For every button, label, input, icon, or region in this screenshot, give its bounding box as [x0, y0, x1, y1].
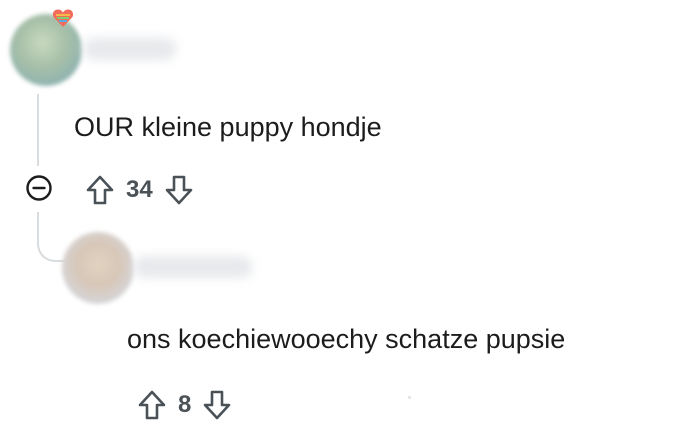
vote-controls: 34 [82, 170, 197, 210]
downvote-button[interactable] [199, 387, 235, 423]
collapse-thread-button[interactable] [24, 173, 54, 203]
collapse-minus-icon [26, 175, 52, 201]
vote-score: 34 [126, 176, 153, 203]
comment-body: ons koechiewooechy schatze pupsie [127, 324, 566, 354]
vote-controls: 8 [134, 385, 235, 425]
username-redacted[interactable] [134, 256, 252, 278]
upvote-button[interactable] [134, 387, 170, 423]
downvote-arrow-icon [204, 390, 231, 420]
rainbow-heart-icon [52, 9, 74, 27]
thread-line [37, 94, 39, 166]
downvote-arrow-icon [165, 175, 193, 205]
decorative-dot [408, 396, 411, 399]
downvote-button[interactable] [161, 172, 197, 208]
thread-branch-line [37, 212, 67, 262]
upvote-arrow-icon [86, 175, 114, 205]
upvote-arrow-icon [138, 390, 166, 420]
username-redacted[interactable] [84, 38, 176, 60]
upvote-button[interactable] [82, 172, 118, 208]
user-avatar[interactable] [62, 232, 134, 304]
comment-body: OUR kleine puppy hondje [74, 112, 382, 142]
vote-score: 8 [178, 391, 192, 418]
